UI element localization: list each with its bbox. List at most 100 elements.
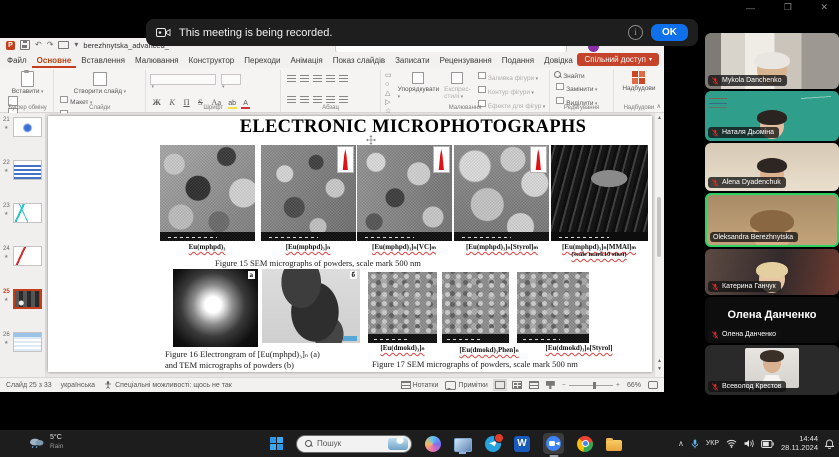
tab-draw[interactable]: Малювання bbox=[130, 54, 184, 68]
thumbnail-row[interactable]: 21 ★ bbox=[0, 116, 45, 159]
font-name-select[interactable] bbox=[150, 74, 216, 85]
slide-thumbnail[interactable] bbox=[13, 289, 42, 309]
tab-design[interactable]: Конструктор bbox=[184, 54, 240, 68]
figure-17-caption[interactable]: Figure 17 SEM micrographs of powders, sc… bbox=[372, 359, 647, 370]
speaker-icon[interactable] bbox=[744, 439, 754, 448]
line-spacing-icon[interactable] bbox=[339, 75, 348, 83]
keyboard-language[interactable]: УКР bbox=[706, 440, 719, 447]
thumbnail-row-current[interactable]: 25 ★ bbox=[0, 288, 45, 331]
slide-canvas[interactable]: ELECTRONIC MICROPHOTOGRAPHS Eu(mphpd)₃ [… bbox=[48, 116, 652, 372]
sem-image-4[interactable] bbox=[454, 145, 549, 241]
formula-label[interactable]: [Eu(mphpd)₃]ₙ[VC]ₘ bbox=[349, 243, 459, 251]
zoom-app-active[interactable] bbox=[543, 433, 564, 454]
new-slide-button[interactable]: Створити слайд bbox=[58, 71, 141, 95]
info-icon[interactable]: i bbox=[628, 25, 643, 40]
ok-button[interactable]: OK bbox=[651, 24, 688, 41]
thumbnail-row[interactable]: 24 ★ bbox=[0, 245, 45, 288]
save-icon[interactable] bbox=[20, 40, 30, 50]
redo-icon[interactable] bbox=[47, 40, 54, 50]
pc-icon[interactable] bbox=[454, 438, 472, 452]
formula-label[interactable]: [Eu(mphpd)₃]ₙ[MMAl]ₘ (scale mark10 мкм) bbox=[543, 243, 655, 258]
vertical-scrollbar[interactable]: ▲ ▲ ▼ bbox=[654, 113, 664, 377]
participant-tile-no-video[interactable]: Олена Данченко Олена Данченко bbox=[705, 297, 839, 343]
tray-mic-icon[interactable] bbox=[691, 439, 699, 449]
clock[interactable]: 14:44 28.11.2024 bbox=[781, 435, 818, 452]
tab-view[interactable]: Подання bbox=[497, 54, 539, 68]
display-settings-icon[interactable] bbox=[58, 41, 69, 49]
formula-label[interactable]: [Eu(mphpd)₃]ₙ bbox=[253, 243, 363, 251]
thumbnail-row[interactable]: 26 ★ bbox=[0, 331, 45, 374]
tem-image[interactable]: б bbox=[262, 269, 360, 343]
shape-outline-button[interactable]: Контур фігури bbox=[476, 85, 545, 98]
zoom-slider-thumb[interactable] bbox=[593, 382, 596, 389]
collapse-ribbon-icon[interactable]: ∧ bbox=[657, 103, 661, 110]
slide-title[interactable]: ELECTRONIC MICROPHOTOGRAPHS bbox=[178, 117, 648, 138]
shape-fill-button[interactable]: Заливка фігури bbox=[476, 71, 545, 84]
sem-image-8[interactable] bbox=[517, 272, 589, 343]
slide-sorter-view-button[interactable] bbox=[512, 381, 522, 389]
participant-tile[interactable]: Катерина Ганчук bbox=[705, 249, 839, 295]
participant-tile[interactable]: Наталя Дьоміна bbox=[705, 91, 839, 141]
copilot-icon[interactable] bbox=[425, 436, 441, 452]
thumbnail-row[interactable]: 23 ★ bbox=[0, 202, 45, 245]
participant-tile[interactable]: Alena Dyadenchuk bbox=[705, 143, 839, 191]
paste-button[interactable]: Вставити bbox=[6, 71, 49, 95]
normal-view-button[interactable] bbox=[495, 381, 505, 389]
sem-image-7[interactable] bbox=[442, 272, 509, 343]
figure-15-caption[interactable]: Figure 15 SEM micrographs of powders, sc… bbox=[215, 258, 545, 269]
tab-insert[interactable]: Вставлення bbox=[76, 54, 130, 68]
quick-access-dropdown-icon[interactable]: ▾ bbox=[74, 40, 78, 50]
tab-file[interactable]: Файл bbox=[2, 54, 32, 68]
wifi-icon[interactable] bbox=[726, 439, 737, 448]
zoom-level[interactable]: 66% bbox=[627, 382, 641, 389]
chrome-icon[interactable] bbox=[577, 436, 593, 452]
word-icon[interactable]: W bbox=[514, 436, 530, 452]
justify-icon[interactable] bbox=[326, 96, 335, 104]
indent-decrease-icon[interactable] bbox=[313, 75, 322, 83]
undo-icon[interactable] bbox=[35, 40, 42, 50]
comments-button[interactable]: Примітки bbox=[445, 381, 487, 390]
tab-record[interactable]: Записати bbox=[390, 54, 435, 68]
thumbnail-row[interactable]: 22 ★ bbox=[0, 159, 45, 202]
minimize-button[interactable]: — bbox=[742, 3, 759, 13]
scrollbar-thumb[interactable] bbox=[657, 197, 661, 257]
previous-slide-icon[interactable]: ▲ bbox=[655, 357, 664, 365]
slideshow-button[interactable] bbox=[546, 381, 555, 389]
close-button[interactable]: ✕ bbox=[816, 2, 832, 13]
columns-icon[interactable] bbox=[339, 96, 348, 104]
next-slide-icon[interactable]: ▼ bbox=[655, 365, 664, 373]
scroll-up-icon[interactable]: ▲ bbox=[655, 115, 664, 121]
telegram-icon[interactable] bbox=[485, 436, 501, 452]
start-button[interactable] bbox=[270, 437, 283, 450]
file-explorer-icon[interactable] bbox=[606, 440, 622, 451]
participant-tile[interactable]: Mykola Danchenko bbox=[705, 33, 839, 89]
accessibility-button[interactable]: Спеціальні можливості: щось не так bbox=[104, 381, 232, 389]
tab-transitions[interactable]: Переходи bbox=[239, 54, 285, 68]
align-left-icon[interactable] bbox=[287, 96, 296, 104]
tab-review[interactable]: Рецензування bbox=[435, 54, 497, 68]
search-box[interactable]: Пошук bbox=[296, 435, 412, 453]
formula-label[interactable]: Eu(mphpd)₃ bbox=[152, 243, 262, 251]
align-center-icon[interactable] bbox=[300, 96, 309, 104]
bullets-icon[interactable] bbox=[287, 75, 296, 83]
slide-thumbnail[interactable] bbox=[13, 332, 42, 352]
maximize-button[interactable]: ❐ bbox=[780, 2, 796, 13]
numbering-icon[interactable] bbox=[300, 75, 309, 83]
notification-bell-icon[interactable] bbox=[825, 439, 834, 449]
tab-animations[interactable]: Анімація bbox=[286, 54, 328, 68]
sem-image-5[interactable] bbox=[551, 145, 648, 241]
sem-image-6[interactable] bbox=[368, 272, 437, 343]
sem-image-3[interactable] bbox=[357, 145, 452, 241]
share-button[interactable]: Спільний доступ bbox=[577, 53, 659, 66]
notes-button[interactable]: Нотатки bbox=[401, 381, 439, 389]
participant-tile-active-speaker[interactable]: Oleksandra Berezhnytska bbox=[705, 193, 839, 247]
fit-to-window-icon[interactable] bbox=[648, 381, 658, 389]
zoom-slider[interactable]: −+ bbox=[562, 382, 620, 389]
formula-label[interactable]: [Eu(dmokd)₃]ₙ[Styrol] bbox=[514, 344, 644, 352]
battery-icon[interactable] bbox=[761, 440, 774, 448]
slide-thumbnail[interactable] bbox=[13, 160, 42, 180]
find-button[interactable]: Знайти bbox=[554, 71, 609, 81]
tab-home[interactable]: Основне bbox=[32, 54, 77, 68]
indent-increase-icon[interactable] bbox=[326, 75, 335, 83]
addins-button[interactable]: Надбудови bbox=[618, 71, 660, 92]
